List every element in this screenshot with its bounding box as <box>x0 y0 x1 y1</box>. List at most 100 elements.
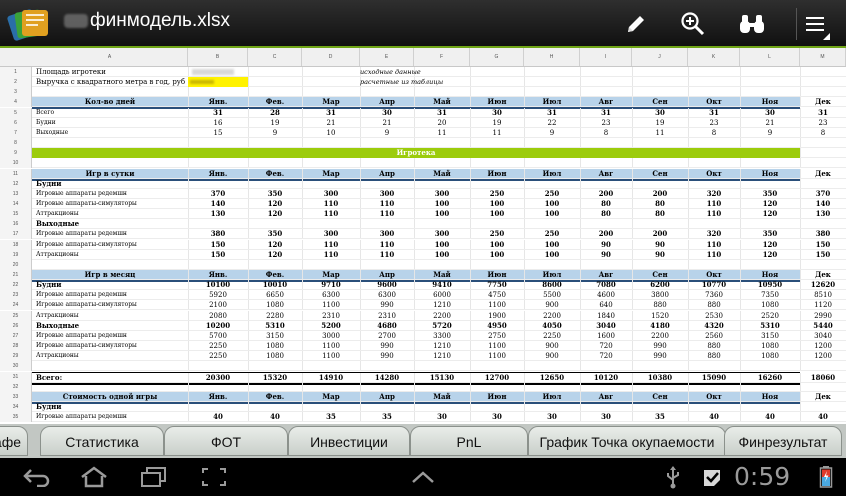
value-cell[interactable]: 7080 <box>580 280 632 290</box>
value-cell[interactable]: 120 <box>740 209 800 219</box>
value-cell[interactable]: 2200 <box>414 311 470 321</box>
row-label-cell[interactable]: Будни <box>36 118 186 128</box>
value-cell[interactable]: 3150 <box>248 331 302 341</box>
value-cell[interactable]: 380 <box>800 229 846 239</box>
value-cell[interactable]: 100 <box>524 209 580 219</box>
value-cell[interactable]: 110 <box>360 240 414 250</box>
value-cell[interactable]: 5310 <box>248 321 302 331</box>
value-cell[interactable]: 1210 <box>414 300 470 310</box>
value-cell[interactable]: 110 <box>302 199 360 209</box>
note-cell[interactable]: расчетные из таблицы <box>360 77 470 87</box>
value-cell[interactable]: 250 <box>470 189 524 199</box>
value-cell[interactable]: 120 <box>740 240 800 250</box>
value-cell[interactable]: 2250 <box>524 331 580 341</box>
value-cell[interactable]: 30 <box>524 412 580 422</box>
row-label-cell[interactable]: Игровые аппараты редемшн <box>36 331 186 341</box>
row-label-cell[interactable]: Игровые аппараты-симуляторы <box>36 341 186 351</box>
value-cell[interactable]: 19 <box>632 118 688 128</box>
value-cell[interactable]: 23 <box>580 118 632 128</box>
value-cell[interactable]: 320 <box>688 189 740 199</box>
value-cell[interactable]: 2530 <box>688 311 740 321</box>
value-cell[interactable]: 1200 <box>800 341 846 351</box>
month-header-cell[interactable]: Июн <box>470 97 524 107</box>
value-cell[interactable]: 880 <box>688 341 740 351</box>
row-label-cell[interactable]: Выходные <box>36 321 186 331</box>
month-header-cell[interactable]: Сен <box>632 270 688 280</box>
sheet-tab[interactable]: Инвестиции <box>288 426 410 456</box>
month-header-cell[interactable]: Июл <box>524 97 580 107</box>
row-label-cell[interactable]: Аттракционы <box>36 351 186 361</box>
value-cell[interactable]: 1200 <box>800 351 846 361</box>
value-cell[interactable]: 1520 <box>632 311 688 321</box>
month-header-cell[interactable]: Фев. <box>248 97 302 107</box>
column-header-h[interactable]: H <box>524 48 580 66</box>
row-number[interactable]: 30 <box>0 361 32 372</box>
value-cell[interactable]: 990 <box>360 300 414 310</box>
row-number[interactable]: 4 <box>0 97 32 108</box>
value-cell[interactable]: 2200 <box>524 311 580 321</box>
value-cell[interactable]: 370 <box>188 189 248 199</box>
value-cell[interactable]: 1080 <box>248 341 302 351</box>
area-value-cell[interactable] <box>192 69 234 75</box>
row-number[interactable]: 14 <box>0 198 32 209</box>
value-cell[interactable]: 2280 <box>248 311 302 321</box>
value-cell[interactable]: 2990 <box>800 311 846 321</box>
row-number[interactable]: 19 <box>0 249 32 260</box>
value-cell[interactable]: 100 <box>414 250 470 260</box>
value-cell[interactable]: 3000 <box>302 331 360 341</box>
value-cell[interactable]: 11 <box>414 128 470 138</box>
section-band[interactable]: Игротека <box>32 148 800 159</box>
month-header-cell[interactable]: Авг <box>580 392 632 402</box>
value-cell[interactable]: 300 <box>360 189 414 199</box>
value-cell[interactable]: 10200 <box>188 321 248 331</box>
value-cell[interactable]: 1080 <box>248 300 302 310</box>
value-cell[interactable]: 110 <box>360 250 414 260</box>
row-number[interactable]: 21 <box>0 270 32 280</box>
value-cell[interactable]: 9710 <box>302 280 360 290</box>
value-cell[interactable]: 1120 <box>800 300 846 310</box>
value-cell[interactable]: 31 <box>800 108 846 118</box>
value-cell[interactable]: 31 <box>524 108 580 118</box>
month-header-cell[interactable]: Ноя <box>740 97 800 107</box>
row-number[interactable]: 28 <box>0 341 32 352</box>
value-cell[interactable]: 1840 <box>580 311 632 321</box>
row-label-cell[interactable]: Игровые аппараты-симуляторы <box>36 199 186 209</box>
value-cell[interactable]: 2250 <box>188 341 248 351</box>
value-cell[interactable]: 110 <box>360 209 414 219</box>
column-header-a[interactable]: A <box>32 48 188 66</box>
value-cell[interactable]: 720 <box>580 341 632 351</box>
value-cell[interactable]: 20 <box>414 118 470 128</box>
value-cell[interactable]: 6300 <box>302 290 360 300</box>
month-header-cell[interactable]: Дек <box>800 270 846 280</box>
value-cell[interactable]: 2250 <box>188 351 248 361</box>
row-number[interactable]: 23 <box>0 290 32 301</box>
row-label-cell[interactable]: Всего <box>36 108 186 118</box>
value-cell[interactable]: 100 <box>524 250 580 260</box>
value-cell[interactable]: 10770 <box>688 280 740 290</box>
month-header-cell[interactable]: Май <box>414 169 470 179</box>
value-cell[interactable]: 2750 <box>470 331 524 341</box>
value-cell[interactable]: 3040 <box>580 321 632 331</box>
row-header-label[interactable]: Игр в месяц <box>32 270 188 280</box>
month-header-cell[interactable]: Мар <box>302 392 360 402</box>
month-header-cell[interactable]: Ноя <box>740 392 800 402</box>
value-cell[interactable]: 200 <box>580 229 632 239</box>
value-cell[interactable]: 6200 <box>632 280 688 290</box>
value-cell[interactable]: 10010 <box>248 280 302 290</box>
month-header-cell[interactable]: Май <box>414 270 470 280</box>
value-cell[interactable]: 350 <box>248 189 302 199</box>
value-cell[interactable]: 22 <box>524 118 580 128</box>
value-cell[interactable]: 2310 <box>360 311 414 321</box>
row-label-cell[interactable]: Будни <box>36 280 186 290</box>
row-number[interactable]: 24 <box>0 300 32 311</box>
column-header-i[interactable]: I <box>580 48 632 66</box>
value-cell[interactable]: 10950 <box>740 280 800 290</box>
value-cell[interactable]: 30 <box>580 412 632 422</box>
value-cell[interactable]: 2560 <box>688 331 740 341</box>
column-header-g[interactable]: G <box>470 48 524 66</box>
month-header-cell[interactable]: Мар <box>302 97 360 107</box>
month-header-cell[interactable]: Ноя <box>740 270 800 280</box>
row-number[interactable]: 17 <box>0 229 32 240</box>
row-number[interactable]: 35 <box>0 412 32 423</box>
row-number[interactable]: 32 <box>0 381 32 392</box>
